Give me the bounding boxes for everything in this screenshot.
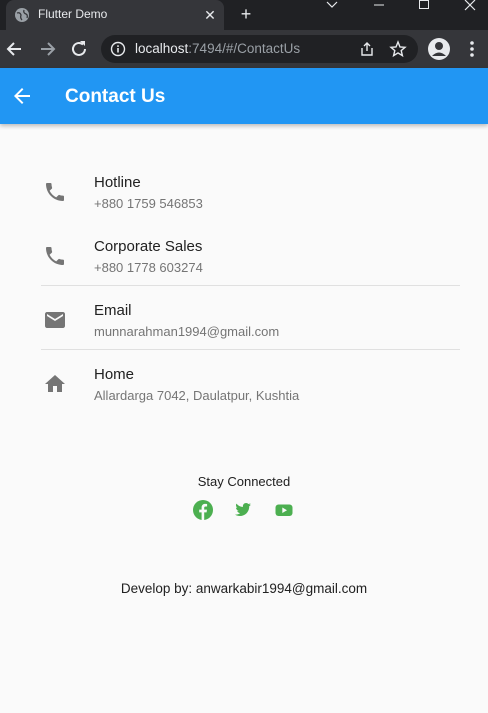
contact-item-corporate-sales[interactable]: Corporate Sales +880 1778 603274 (40, 224, 460, 288)
bookmark-star-icon[interactable] (389, 40, 407, 58)
profile-avatar[interactable] (428, 38, 450, 60)
phone-icon (46, 183, 64, 201)
twitter-icon[interactable] (232, 499, 254, 521)
more-menu-icon[interactable] (462, 39, 482, 59)
facebook-icon[interactable] (192, 499, 214, 521)
app-bar: Contact Us (0, 68, 488, 124)
contact-item-email[interactable]: Email munnarahman1994@gmail.com (40, 288, 460, 352)
contact-value: +880 1759 546853 (94, 196, 203, 211)
contact-item-home[interactable]: Home Allardarga 7042, Daulatpur, Kushtia (40, 352, 460, 416)
contact-title: Home (94, 366, 135, 383)
share-icon[interactable] (359, 41, 375, 57)
contact-item-hotline[interactable]: Hotline +880 1759 546853 (40, 160, 460, 224)
contact-title: Email (94, 302, 132, 319)
url-host: localhost (135, 41, 189, 56)
address-bar[interactable]: localhost:7494/#/ContactUs (101, 35, 418, 63)
contact-value: Allardarga 7042, Daulatpur, Kushtia (94, 388, 300, 403)
home-icon (45, 375, 65, 392)
stay-connected-heading: Stay Connected (197, 474, 291, 489)
browser-tab-strip: Flutter Demo ✕ + (0, 0, 488, 30)
close-window-icon[interactable] (454, 0, 486, 12)
divider (41, 285, 460, 286)
contact-title: Corporate Sales (94, 238, 203, 255)
globe-icon (15, 8, 29, 22)
maximize-icon[interactable] (408, 0, 440, 12)
site-info-icon[interactable] (110, 41, 126, 57)
browser-tab[interactable]: Flutter Demo ✕ (6, 0, 224, 30)
browser-toolbar: localhost:7494/#/ContactUs (0, 30, 488, 68)
url-text: localhost:7494/#/ContactUs (135, 41, 300, 56)
page-title: Contact Us (65, 86, 166, 107)
tab-search-icon[interactable] (316, 0, 348, 12)
reload-icon[interactable] (69, 39, 89, 59)
tab-title: Flutter Demo (38, 7, 108, 21)
divider (41, 349, 460, 350)
developer-credit: Develop by: anwarkabir1994@gmail.com (120, 581, 368, 596)
phone-icon (46, 247, 64, 265)
arrow-back-icon[interactable] (10, 84, 34, 108)
contact-value: munnarahman1994@gmail.com (94, 324, 280, 339)
url-path: :7494/#/ContactUs (188, 41, 301, 56)
minimize-icon[interactable] (363, 0, 395, 12)
forward-icon[interactable] (37, 39, 57, 59)
email-icon (45, 312, 65, 328)
contact-title: Hotline (94, 174, 141, 191)
back-icon[interactable] (5, 39, 25, 59)
youtube-icon[interactable] (273, 499, 295, 521)
contact-value: +880 1778 603274 (94, 260, 203, 275)
person-icon (432, 42, 446, 56)
new-tab-icon[interactable]: + (236, 4, 256, 24)
close-tab-icon[interactable]: ✕ (202, 7, 218, 23)
